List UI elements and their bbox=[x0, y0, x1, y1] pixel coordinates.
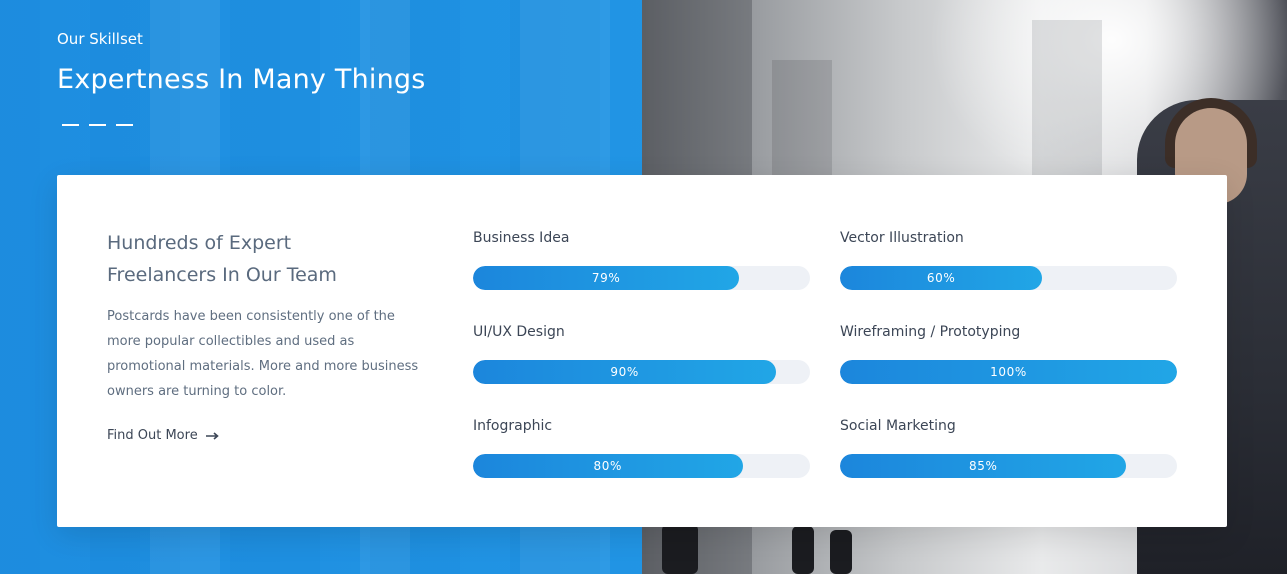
background-legs bbox=[662, 524, 698, 574]
skill-progress-fill: 80% bbox=[473, 454, 743, 478]
skill-percent: 60% bbox=[926, 271, 956, 285]
card-description: Postcards have been consistently one of … bbox=[107, 304, 437, 404]
skill-progress-track: 60% bbox=[840, 266, 1177, 290]
divider-dash bbox=[62, 124, 79, 126]
skill-wireframing-prototyping: Wireframing / Prototyping 100% bbox=[840, 323, 1177, 384]
background-legs bbox=[830, 530, 852, 574]
background-building bbox=[1032, 20, 1102, 180]
skill-business-idea: Business Idea 79% bbox=[473, 229, 810, 290]
skill-vector-illustration: Vector Illustration 60% bbox=[840, 229, 1177, 290]
skill-percent: 85% bbox=[968, 459, 998, 473]
skill-progress-fill: 100% bbox=[840, 360, 1177, 384]
skill-progress-fill: 85% bbox=[840, 454, 1127, 478]
skill-progress-track: 80% bbox=[473, 454, 810, 478]
find-out-more-link[interactable]: Find Out More bbox=[107, 428, 219, 443]
skill-progress-track: 100% bbox=[840, 360, 1177, 384]
background-legs bbox=[792, 526, 814, 574]
skill-percent: 90% bbox=[610, 365, 639, 379]
skill-progress-track: 90% bbox=[473, 360, 810, 384]
skill-progress-fill: 79% bbox=[473, 266, 740, 290]
skill-ui-ux-design: UI/UX Design 90% bbox=[473, 323, 810, 384]
skill-label: Vector Illustration bbox=[840, 230, 964, 246]
arrow-right-icon bbox=[205, 431, 219, 440]
skill-progress-fill: 60% bbox=[840, 266, 1043, 290]
card-description-line: promotional materials. More and more bus… bbox=[107, 359, 419, 374]
skill-label: Social Marketing bbox=[840, 418, 956, 434]
skills-card: Hundreds of Expert Freelancers In Our Te… bbox=[57, 175, 1227, 527]
skill-percent: 100% bbox=[990, 365, 1027, 379]
skill-progress-fill: 90% bbox=[473, 360, 777, 384]
divider-dash bbox=[116, 124, 133, 126]
find-out-more-label: Find Out More bbox=[107, 428, 198, 443]
card-description-line: owners are turning to color. bbox=[107, 384, 287, 399]
skill-progress-track: 85% bbox=[840, 454, 1177, 478]
skill-percent: 79% bbox=[591, 271, 621, 285]
headline-divider bbox=[62, 124, 133, 126]
skill-label: Business Idea bbox=[473, 230, 570, 246]
skill-progress-track: 79% bbox=[473, 266, 810, 290]
skill-label: Infographic bbox=[473, 418, 553, 434]
card-title-line: Freelancers In Our Team bbox=[107, 264, 337, 286]
skill-label: Wireframing / Prototyping bbox=[840, 324, 1021, 340]
section-headline: Expertness In Many Things bbox=[57, 64, 426, 95]
divider-dash bbox=[89, 124, 106, 126]
skill-label: UI/UX Design bbox=[473, 324, 565, 340]
section-eyebrow: Our Skillset bbox=[57, 30, 143, 48]
card-title: Hundreds of Expert Freelancers In Our Te… bbox=[107, 227, 407, 291]
skill-infographic: Infographic 80% bbox=[473, 417, 810, 478]
card-title-line: Hundreds of Expert bbox=[107, 232, 292, 254]
card-description-line: Postcards have been consistently one of … bbox=[107, 309, 395, 324]
card-description-line: more popular collectibles and used as bbox=[107, 334, 355, 349]
skill-social-marketing: Social Marketing 85% bbox=[840, 417, 1177, 478]
skill-percent: 80% bbox=[593, 459, 623, 473]
